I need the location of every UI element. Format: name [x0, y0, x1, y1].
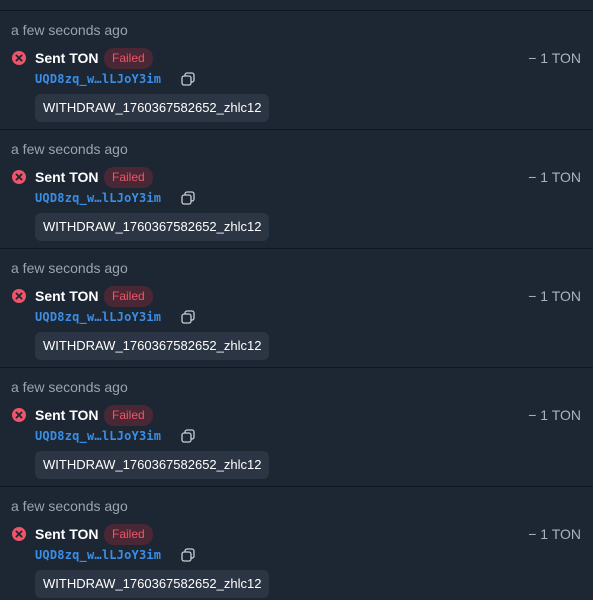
status-badge: Failed — [104, 524, 153, 545]
status-badge: Failed — [104, 405, 153, 426]
transaction-comment: WITHDRAW_1760367582652_zhlc12 — [35, 451, 270, 479]
transaction-comment: WITHDRAW_1760367582652_zhlc12 — [35, 332, 270, 360]
copy-icon[interactable] — [181, 429, 195, 443]
copy-icon[interactable] — [181, 191, 195, 205]
status-badge: Failed — [104, 286, 153, 307]
error-x-icon — [12, 527, 26, 541]
transaction-time: a few seconds ago — [11, 498, 128, 514]
transaction-time: a few seconds ago — [11, 141, 128, 157]
transaction-item[interactable]: a few seconds ago Sent TON Failed UQD8zq… — [0, 130, 593, 249]
transaction-time: a few seconds ago — [11, 22, 128, 38]
copy-icon[interactable] — [181, 310, 195, 324]
error-x-icon — [12, 51, 26, 65]
error-x-icon — [12, 289, 26, 303]
status-badge: Failed — [104, 48, 153, 69]
copy-icon[interactable] — [181, 548, 195, 562]
transaction-title: Sent TON — [35, 407, 99, 423]
recipient-address[interactable]: UQD8zq_w…lLJoY3im — [35, 191, 161, 205]
error-x-icon — [12, 170, 26, 184]
error-x-icon — [12, 408, 26, 422]
transaction-item[interactable]: a few seconds ago Sent TON Failed UQD8zq… — [0, 11, 593, 130]
transaction-comment: WITHDRAW_1760367582652_zhlc12 — [35, 213, 270, 241]
recipient-address[interactable]: UQD8zq_w…lLJoY3im — [35, 548, 161, 562]
transaction-title: Sent TON — [35, 288, 99, 304]
recipient-address[interactable]: UQD8zq_w…lLJoY3im — [35, 72, 161, 86]
list-top-divider — [0, 0, 593, 11]
transaction-item[interactable]: a few seconds ago Sent TON Failed UQD8zq… — [0, 368, 593, 487]
transaction-amount: − 1 TON — [528, 288, 581, 304]
transaction-list: a few seconds ago Sent TON Failed UQD8zq… — [0, 11, 593, 600]
recipient-address[interactable]: UQD8zq_w…lLJoY3im — [35, 429, 161, 443]
copy-icon[interactable] — [181, 72, 195, 86]
transaction-time: a few seconds ago — [11, 379, 128, 395]
transaction-title: Sent TON — [35, 169, 99, 185]
transaction-comment: WITHDRAW_1760367582652_zhlc12 — [35, 570, 270, 598]
transaction-amount: − 1 TON — [528, 407, 581, 423]
transaction-title: Sent TON — [35, 50, 99, 66]
recipient-address[interactable]: UQD8zq_w…lLJoY3im — [35, 310, 161, 324]
transaction-time: a few seconds ago — [11, 260, 128, 276]
transaction-amount: − 1 TON — [528, 526, 581, 542]
status-badge: Failed — [104, 167, 153, 188]
transaction-item[interactable]: a few seconds ago Sent TON Failed UQD8zq… — [0, 249, 593, 368]
transaction-amount: − 1 TON — [528, 50, 581, 66]
transaction-amount: − 1 TON — [528, 169, 581, 185]
transaction-title: Sent TON — [35, 526, 99, 542]
transaction-comment: WITHDRAW_1760367582652_zhlc12 — [35, 94, 270, 122]
transaction-item[interactable]: a few seconds ago Sent TON Failed UQD8zq… — [0, 487, 593, 600]
